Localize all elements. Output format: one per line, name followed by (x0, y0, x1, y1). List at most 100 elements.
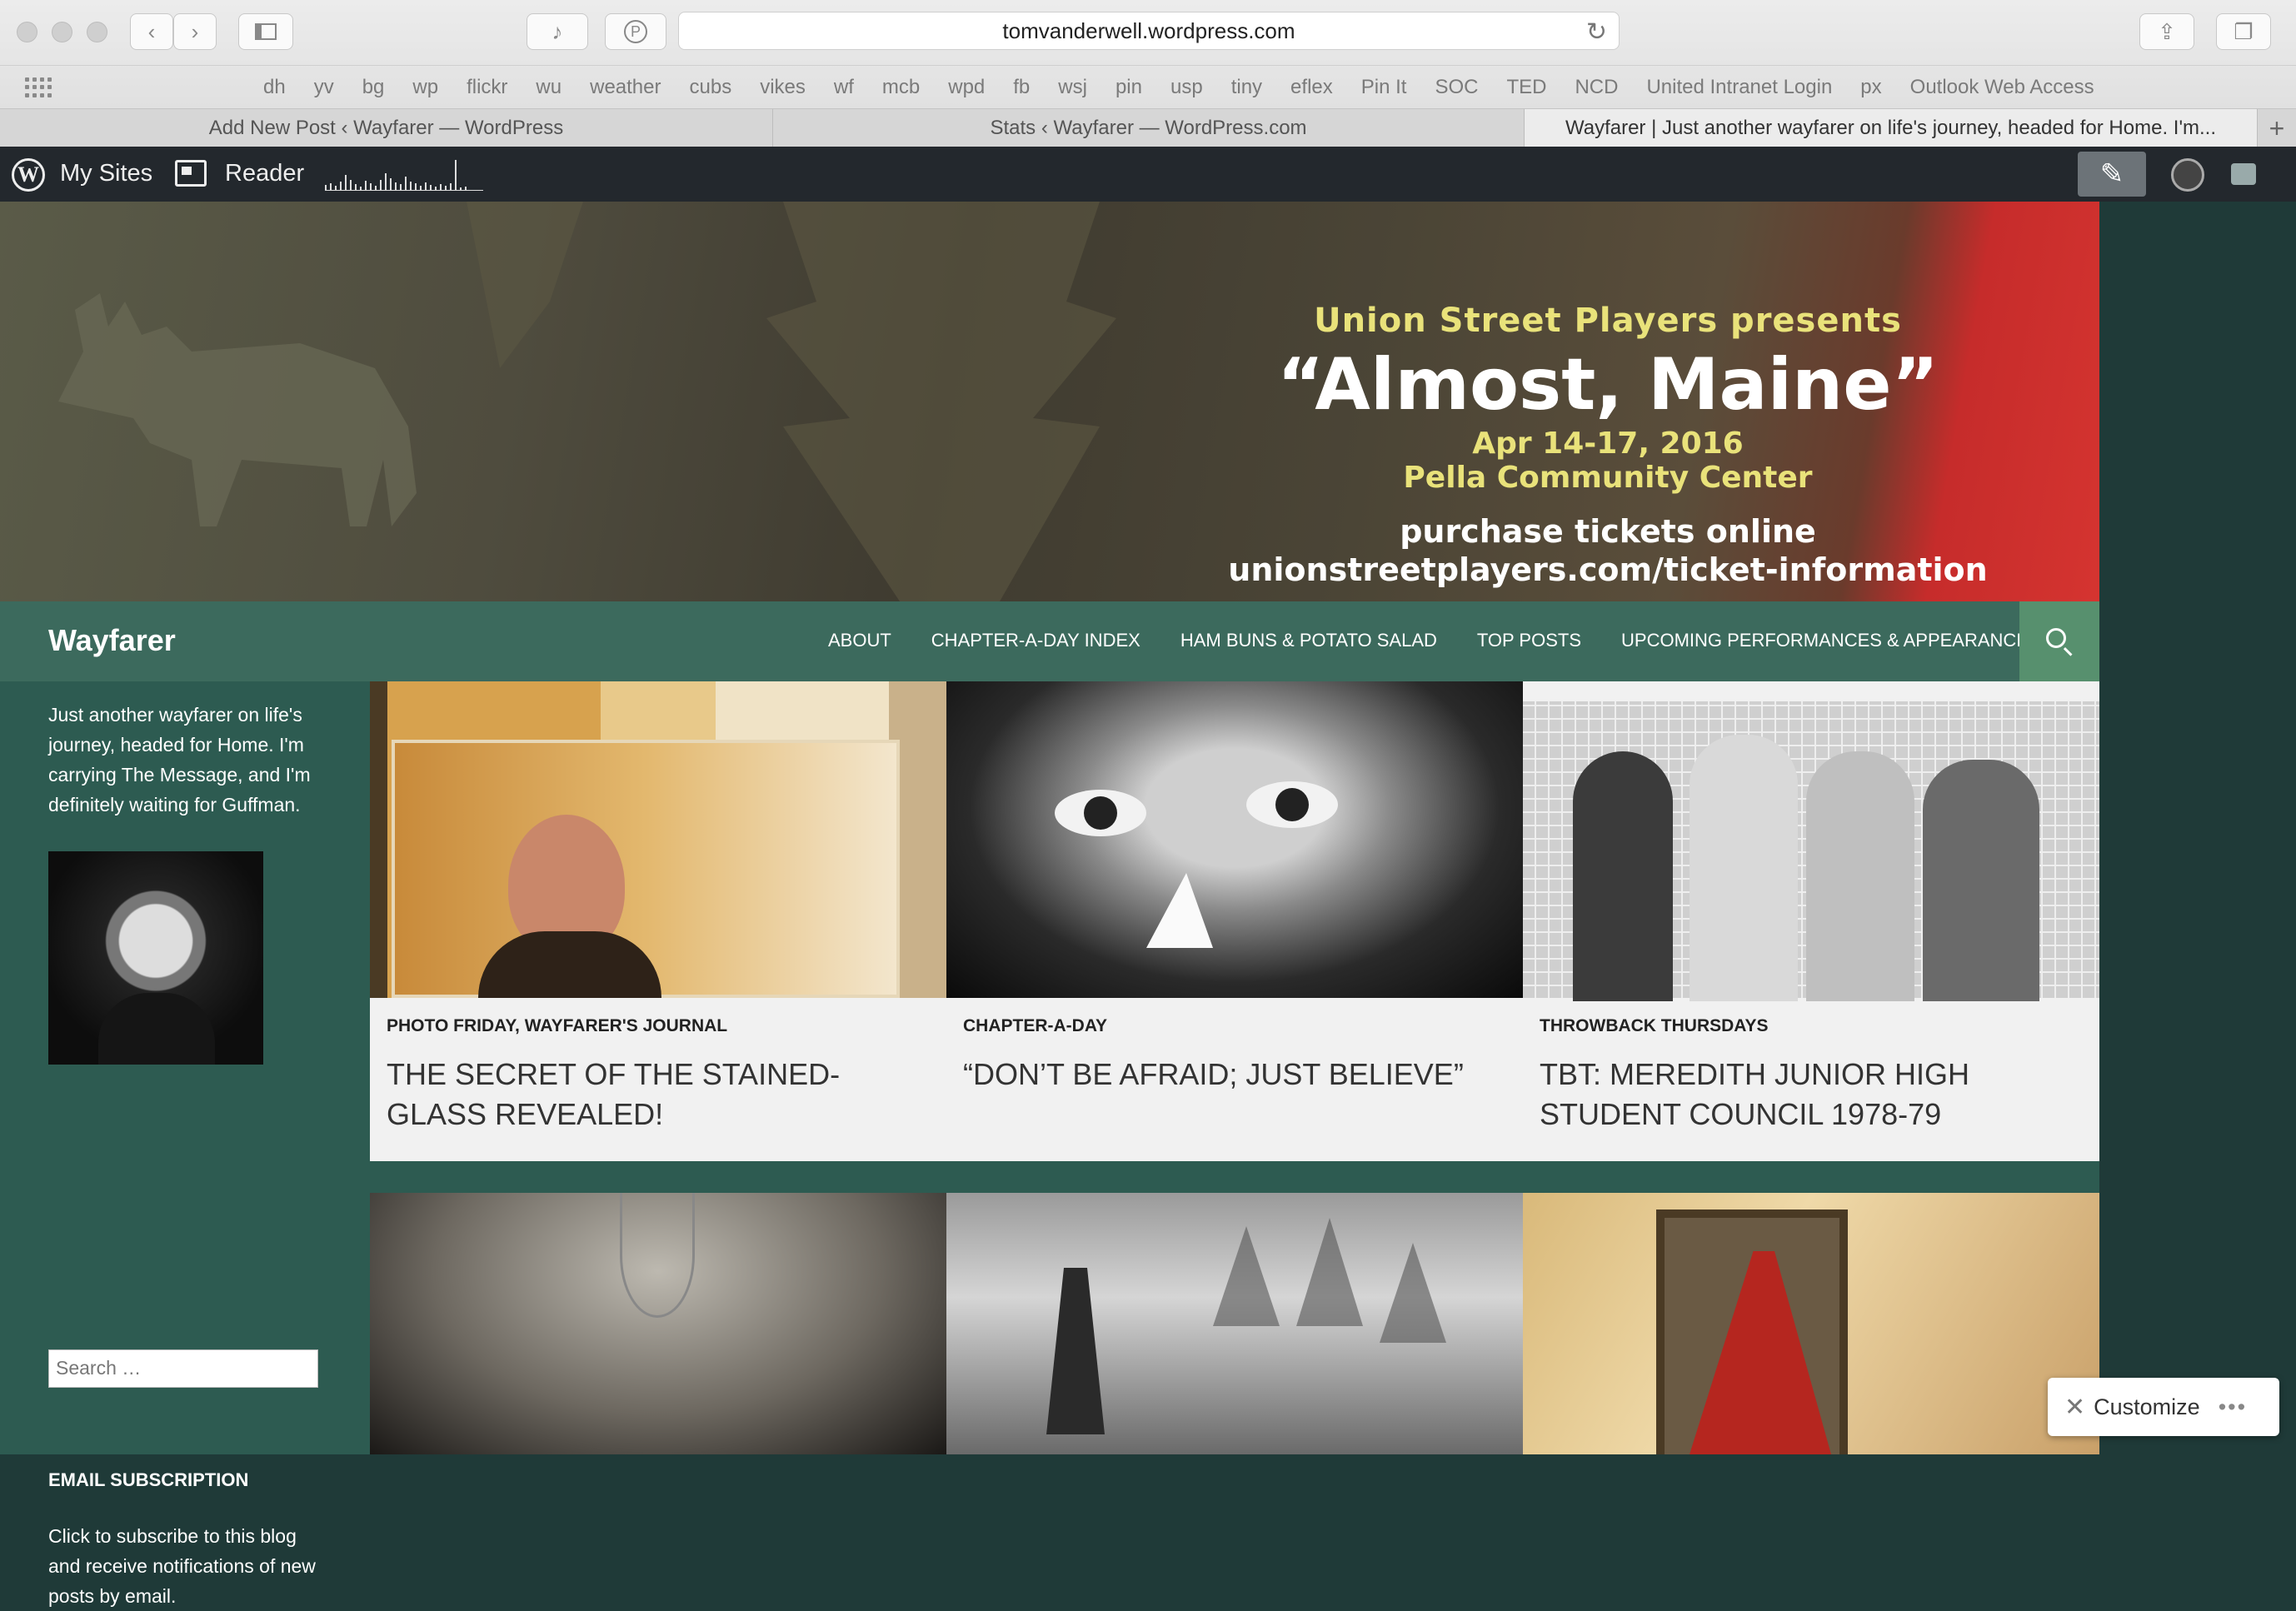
banner-venue: Pella Community Center (1403, 461, 1813, 495)
wp-admin-bar: W My Sites Reader ✎ (0, 147, 2296, 202)
post-card[interactable]: PHOTO FRIDAY, WAYFARER'S JOURNAL THE SEC… (370, 681, 946, 1161)
favorite-link[interactable]: wu (536, 76, 562, 99)
reader-icon[interactable] (175, 160, 207, 187)
close-window-button[interactable] (17, 22, 37, 42)
author-photo[interactable] (48, 851, 263, 1065)
post-thumbnail[interactable] (1523, 701, 2099, 1001)
favorite-link[interactable]: tiny (1231, 76, 1262, 99)
post-card[interactable] (1523, 1193, 2099, 1454)
plus-icon: + (2269, 112, 2285, 143)
reload-icon[interactable]: ↻ (1586, 17, 1607, 47)
forward-button[interactable]: › (173, 13, 217, 50)
favorite-link[interactable]: yv (314, 76, 334, 99)
tab-wayfarer[interactable]: Wayfarer | Just another wayfarer on life… (1525, 109, 2258, 147)
favorite-link[interactable]: mcb (882, 76, 920, 99)
avatar-icon[interactable] (2171, 158, 2204, 192)
primary-menu: ABOUT CHAPTER-A-DAY INDEX HAM BUNS & POT… (828, 630, 2081, 651)
post-card[interactable]: CHAPTER-A-DAY “DON’T BE AFRAID; JUST BEL… (946, 681, 1523, 1161)
tab-add-new-post[interactable]: Add New Post ‹ Wayfarer — WordPress (0, 109, 773, 147)
nav-about[interactable]: ABOUT (828, 630, 891, 651)
back-button[interactable]: ‹ (130, 13, 173, 50)
share-button[interactable]: ⇪ (2139, 13, 2194, 50)
favorites-bar: dh yv bg wp flickr wu weather cubs vikes… (0, 65, 2296, 108)
post-thumbnail[interactable] (370, 1193, 946, 1454)
post-card[interactable] (946, 1193, 1523, 1454)
nav-ham-buns[interactable]: HAM BUNS & POTATO SALAD (1180, 630, 1437, 651)
show-tabs-button[interactable]: ❐ (2216, 13, 2271, 50)
favorite-link[interactable]: Outlook Web Access (1910, 76, 2094, 99)
favorites-list: dh yv bg wp flickr wu weather cubs vikes… (263, 76, 2123, 99)
url-bar[interactable]: tomvanderwell.wordpress.com ↻ (678, 12, 1620, 50)
favorite-link[interactable]: wpd (948, 76, 985, 99)
grid-icon[interactable] (25, 77, 52, 97)
site-tagline: Just another wayfarer on life's journey,… (48, 704, 311, 815)
zoom-window-button[interactable] (87, 22, 107, 42)
favorite-link[interactable]: eflex (1290, 76, 1333, 99)
customize-button[interactable]: ✕ Customize ••• (2048, 1378, 2279, 1436)
tab-stats[interactable]: Stats ‹ Wayfarer — WordPress.com (773, 109, 1525, 147)
moose-silhouette-image (58, 293, 417, 526)
nav-chapter-a-day-index[interactable]: CHAPTER-A-DAY INDEX (931, 630, 1141, 651)
more-icon[interactable]: ••• (2219, 1394, 2247, 1420)
banner-show-title: “Almost, Maine” (1276, 343, 1939, 426)
pinterest-icon: P (624, 20, 647, 43)
banner-cta: purchase tickets online (1400, 513, 1816, 550)
post-thumbnail[interactable] (370, 681, 946, 998)
post-thumbnail[interactable] (946, 1193, 1523, 1454)
favorite-link[interactable]: vikes (760, 76, 806, 99)
favorite-link[interactable]: Pin It (1361, 76, 1407, 99)
favorite-link[interactable]: bg (362, 76, 385, 99)
post-title[interactable]: THE SECRET OF THE STAINED-GLASS REVEALED… (387, 1055, 920, 1135)
post-title[interactable]: “DON’T BE AFRAID; JUST BELIEVE” (963, 1055, 1496, 1095)
header-banner-text: Union Street Players presents “Almost, M… (1191, 302, 2024, 588)
search-toggle-button[interactable] (2019, 601, 2099, 681)
blog-page: Union Street Players presents “Almost, M… (0, 202, 2099, 1607)
wordpress-logo-icon[interactable]: W (12, 158, 45, 192)
sidebar-toggle-button[interactable] (238, 13, 293, 50)
post-category[interactable]: CHAPTER-A-DAY (963, 1016, 1107, 1036)
favorite-link[interactable]: weather (590, 76, 661, 99)
header-banner[interactable]: Union Street Players presents “Almost, M… (0, 202, 2099, 601)
pencil-icon: ✎ (2099, 158, 2124, 190)
favorite-link[interactable]: cubs (690, 76, 732, 99)
favorite-link[interactable]: SOC (1435, 76, 1478, 99)
favorite-link[interactable]: TED (1506, 76, 1546, 99)
favorite-link[interactable]: px (1860, 76, 1881, 99)
stats-sparkline[interactable] (325, 158, 492, 192)
post-thumbnail[interactable] (1523, 1193, 2099, 1454)
minimize-window-button[interactable] (52, 22, 72, 42)
post-thumbnail[interactable] (946, 681, 1523, 998)
post-card[interactable]: THROWBACK THURSDAYS TBT: MEREDITH JUNIOR… (1523, 681, 2099, 1161)
extension-button[interactable]: ♪ (527, 13, 588, 50)
favorite-link[interactable]: wf (834, 76, 854, 99)
write-post-button[interactable]: ✎ (2078, 152, 2146, 197)
favorite-link[interactable]: pin (1116, 76, 1142, 99)
notifications-icon[interactable] (2231, 163, 2256, 185)
favorite-link[interactable]: dh (263, 76, 286, 99)
email-subscription-text: Click to subscribe to this blog and rece… (48, 1525, 316, 1607)
post-card[interactable] (370, 1193, 946, 1454)
my-sites-link[interactable]: My Sites (60, 160, 152, 187)
site-navbar: Wayfarer ABOUT CHAPTER-A-DAY INDEX HAM B… (0, 601, 2099, 681)
post-category[interactable]: THROWBACK THURSDAYS (1540, 1016, 1769, 1036)
favorite-link[interactable]: NCD (1575, 76, 1618, 99)
site-title[interactable]: Wayfarer (48, 623, 176, 658)
url-text: tomvanderwell.wordpress.com (1002, 17, 1295, 43)
nav-upcoming-performances[interactable]: UPCOMING PERFORMANCES & APPEARANCES (1621, 630, 2041, 651)
favorite-link[interactable]: flickr (467, 76, 507, 99)
post-title[interactable]: TBT: MEREDITH JUNIOR HIGH STUDENT COUNCI… (1540, 1055, 2073, 1135)
browser-chrome: ‹ › ♪ P tomvanderwell.wordpress.com ↻ ⇪ … (0, 0, 2296, 147)
sidebar-search-input[interactable]: Search … (48, 1349, 318, 1388)
favorite-link[interactable]: wp (412, 76, 438, 99)
favorite-link[interactable]: fb (1013, 76, 1030, 99)
page-background-right (2099, 202, 2296, 1454)
post-category[interactable]: PHOTO FRIDAY, WAYFARER'S JOURNAL (387, 1016, 727, 1036)
new-tab-button[interactable]: + (2258, 109, 2296, 147)
favorite-link[interactable]: usp (1170, 76, 1203, 99)
reader-link[interactable]: Reader (225, 160, 304, 187)
pinterest-button[interactable]: P (605, 13, 666, 50)
favorite-link[interactable]: United Intranet Login (1646, 76, 1832, 99)
favorite-link[interactable]: wsj (1058, 76, 1087, 99)
nav-top-posts[interactable]: TOP POSTS (1477, 630, 1581, 651)
banner-url: unionstreetplayers.com/ticket-informatio… (1228, 551, 1988, 588)
